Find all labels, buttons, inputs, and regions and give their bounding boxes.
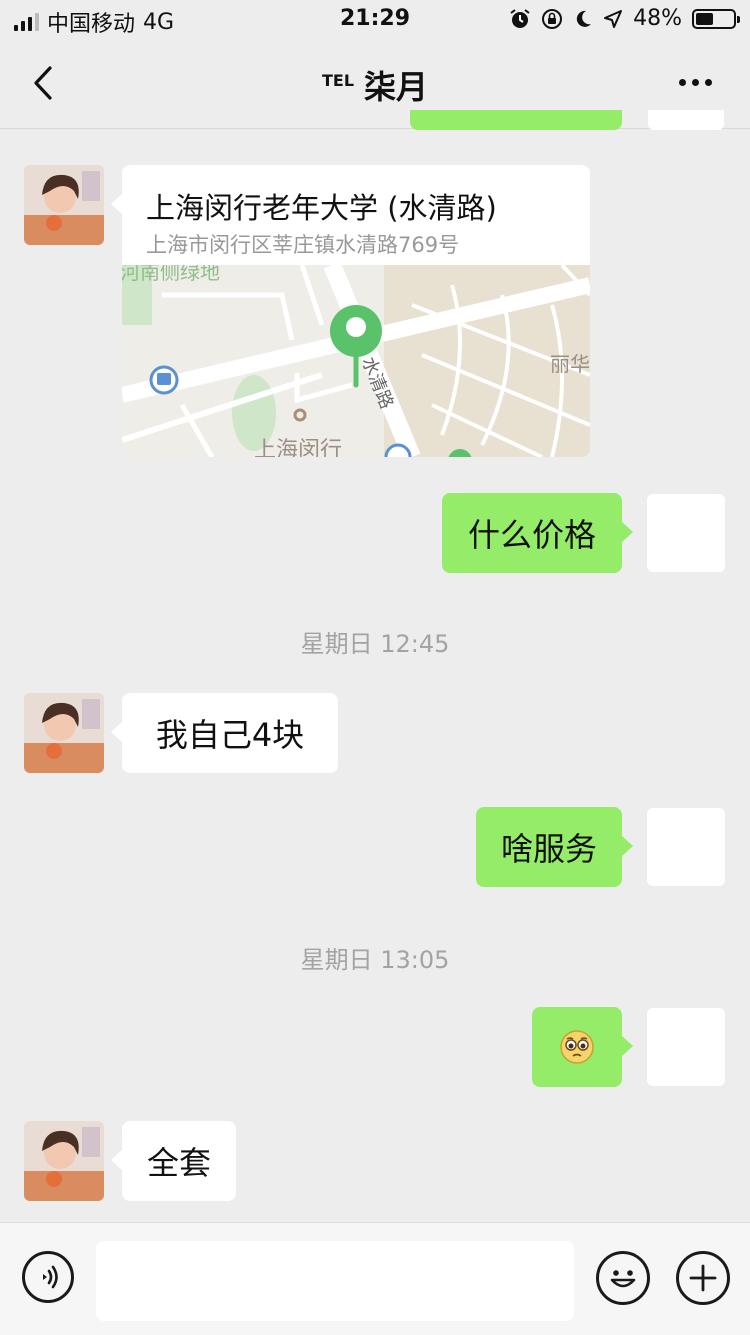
plus-icon <box>689 1264 717 1292</box>
more-dot-icon <box>691 78 699 86</box>
pleading-face-emoji-icon <box>560 1030 594 1064</box>
battery-icon <box>692 8 740 29</box>
smiley-icon <box>610 1270 636 1288</box>
avatar-image <box>24 1121 104 1201</box>
message-text: 什么价格 <box>467 516 596 554</box>
message-bubble-out[interactable]: 啥服务 <box>476 807 633 887</box>
self-avatar-partial <box>648 110 724 130</box>
map-label-bottom: 上海闵行 <box>254 438 342 457</box>
message-bubble-in[interactable]: 全套 <box>111 1121 236 1201</box>
avatar-image <box>24 693 104 773</box>
location-map: 河南侧绿地 丽华 上海闵行 水清路 <box>122 265 590 457</box>
input-bar <box>0 1222 750 1335</box>
message-text: 啥服务 <box>500 830 597 868</box>
message-text: 全套 <box>146 1144 211 1182</box>
chat-title: TEL 柒月 <box>0 62 750 108</box>
location-arrow-icon <box>604 9 623 28</box>
nav-bar: TEL 柒月 <box>0 40 750 128</box>
status-right: 48% <box>509 6 740 31</box>
battery-percent: 48% <box>633 6 682 31</box>
more-button[interactable] <box>670 62 720 102</box>
message-text: 我自己4块 <box>155 716 305 754</box>
contact-avatar[interactable] <box>24 1121 104 1201</box>
message-bubble-out[interactable]: 什么价格 <box>442 493 633 573</box>
voice-button[interactable] <box>22 1251 74 1303</box>
self-avatar[interactable] <box>647 808 725 886</box>
message-input[interactable] <box>96 1241 574 1321</box>
message-bubble-out[interactable] <box>532 1007 633 1087</box>
timestamp: 星期日 12:45 <box>300 630 450 658</box>
self-avatar[interactable] <box>647 494 725 572</box>
emoji-button[interactable] <box>596 1251 650 1305</box>
location-card[interactable]: 上海闵行老年大学 (水清路) 上海市闵行区莘庄镇水清路769号 河南侧绿地 丽华… <box>122 165 590 457</box>
location-address: 上海市闵行区莘庄镇水清路769号 <box>146 233 460 257</box>
self-avatar[interactable] <box>647 1008 725 1086</box>
nav-divider <box>0 128 750 129</box>
more-actions-button[interactable] <box>676 1251 730 1305</box>
contact-name: 柒月 <box>364 68 429 106</box>
more-dot-icon <box>704 78 712 86</box>
tel-prefix: TEL <box>321 71 355 91</box>
voice-icon <box>43 1265 58 1289</box>
location-title: 上海闵行老年大学 (水清路) <box>146 191 497 225</box>
rotation-lock-icon <box>542 8 563 29</box>
contact-avatar[interactable] <box>24 165 104 245</box>
timestamp: 星期日 13:05 <box>300 946 450 974</box>
more-dot-icon <box>678 78 686 86</box>
alarm-icon <box>510 8 530 28</box>
map-label-top: 河南侧绿地 <box>122 265 220 284</box>
avatar-image <box>24 165 104 245</box>
contact-avatar[interactable] <box>24 693 104 773</box>
status-bar: 中国移动 4G 21:29 48% <box>0 0 750 40</box>
map-label-right: 丽华 <box>550 352 590 376</box>
moon-icon <box>576 10 592 27</box>
battery-fill <box>696 12 714 25</box>
previous-bubble-partial <box>410 110 622 130</box>
message-bubble-in[interactable]: 我自己4块 <box>111 693 338 773</box>
